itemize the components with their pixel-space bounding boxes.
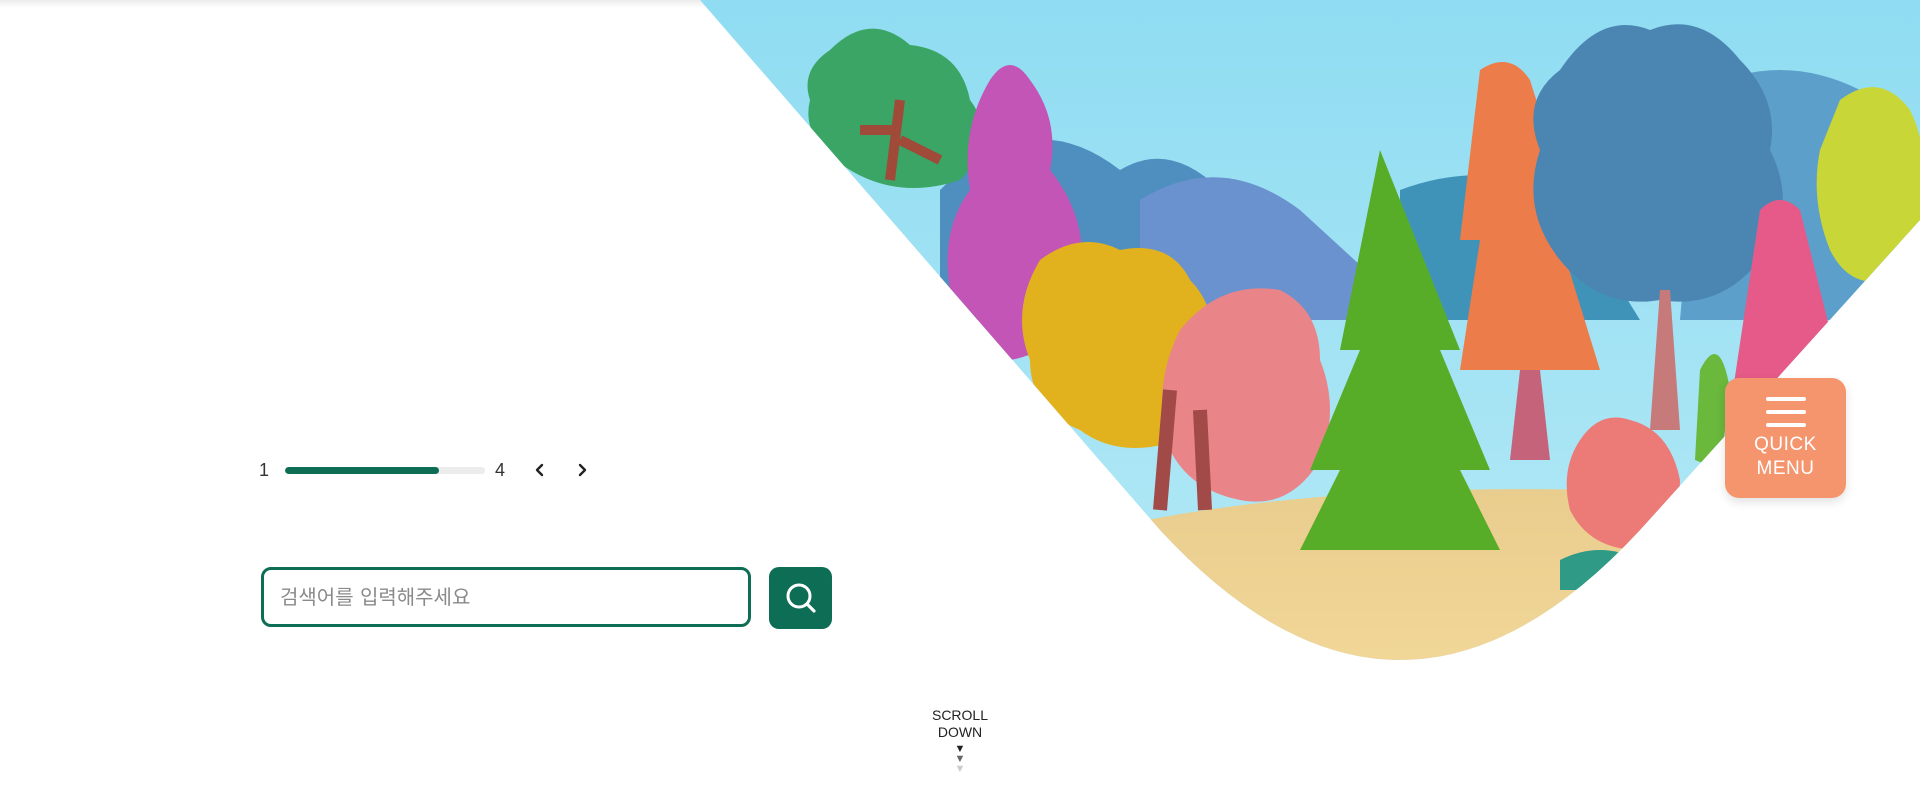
search-button[interactable] bbox=[769, 567, 832, 629]
slide-progress-bar bbox=[285, 466, 485, 474]
hamburger-icon bbox=[1765, 397, 1806, 427]
slide-pager: 1 4 bbox=[259, 458, 593, 482]
quick-menu-label-line1: QUICK bbox=[1754, 434, 1817, 455]
header-shadow bbox=[0, 0, 720, 8]
hero-illustration bbox=[700, 0, 1920, 710]
quick-menu-button[interactable]: QUICK MENU bbox=[1725, 378, 1846, 498]
search-box bbox=[261, 567, 751, 627]
next-slide-button[interactable] bbox=[571, 459, 593, 481]
prev-slide-button[interactable] bbox=[529, 459, 551, 481]
search-input[interactable] bbox=[264, 585, 748, 609]
slide-progress-fill bbox=[285, 466, 439, 474]
scroll-label-line1: SCROLL bbox=[931, 707, 989, 723]
chevron-right-icon bbox=[578, 463, 587, 477]
chevron-left-icon bbox=[535, 463, 544, 477]
search-icon bbox=[786, 583, 816, 613]
current-slide-number: 1 bbox=[259, 459, 270, 480]
total-slide-number: 4 bbox=[495, 459, 506, 480]
triangle-down-icon: ▼ ▼ ▼ bbox=[954, 743, 966, 775]
quick-menu-label-line2: MENU bbox=[1756, 458, 1815, 479]
scroll-down-indicator[interactable]: SCROLL DOWN ▼ ▼ ▼ bbox=[920, 707, 1000, 775]
scroll-label-line2: DOWN bbox=[937, 724, 983, 740]
